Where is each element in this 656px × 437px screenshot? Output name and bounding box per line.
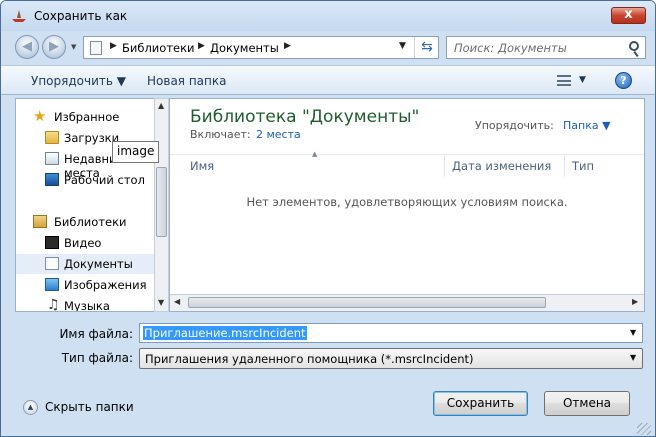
- library-title: Библиотека "Документы": [190, 107, 420, 127]
- column-header-name[interactable]: Имя: [190, 159, 214, 173]
- sidebar-item-favorites[interactable]: ★ Избранное: [16, 107, 154, 127]
- documents-icon: [45, 257, 59, 270]
- search-input[interactable]: Поиск: Документы: [446, 36, 646, 59]
- scroll-left-icon[interactable]: ◀: [174, 297, 180, 306]
- forward-button[interactable]: ▶: [42, 35, 66, 59]
- sidebar-item-label: Музыка: [64, 299, 110, 312]
- sort-ascending-icon: ▲: [312, 150, 318, 158]
- refresh-button[interactable]: ⇆: [414, 37, 439, 58]
- desktop-icon: [45, 173, 59, 186]
- new-folder-button[interactable]: Новая папка: [147, 74, 226, 88]
- column-headers: ▲ Имя Дата изменения Тип: [170, 150, 644, 177]
- recent-places-icon: [45, 152, 59, 165]
- sidebar-item-label: Избранное: [54, 110, 120, 124]
- view-options-icon[interactable]: [557, 75, 571, 86]
- arrange-by-label: Упорядочить:: [475, 119, 554, 132]
- sidebar-item-video[interactable]: Видео: [16, 233, 154, 253]
- column-divider[interactable]: [564, 155, 565, 177]
- search-placeholder: Поиск: Документы: [454, 41, 567, 55]
- window-title: Сохранить как: [34, 9, 128, 23]
- search-icon[interactable]: [629, 41, 639, 51]
- filename-field[interactable]: Приглашение.msrcIncident ▼: [139, 323, 643, 343]
- breadcrumb-separator-icon[interactable]: ▶: [284, 41, 291, 51]
- library-locations-link[interactable]: 2 места: [256, 128, 301, 141]
- cancel-button[interactable]: Отмена: [544, 391, 630, 416]
- close-button[interactable]: x: [611, 7, 646, 24]
- sidebar-item-label: Документы: [64, 257, 133, 271]
- video-icon: [45, 236, 59, 249]
- command-toolbar: Упорядочить ▼ Новая папка ▼ ?: [1, 65, 655, 95]
- app-icon: [12, 10, 26, 22]
- file-list-pane: Библиотека "Документы" Включает: 2 места…: [169, 98, 645, 312]
- collapse-icon: ▲: [23, 400, 38, 415]
- save-as-dialog: Сохранить как x ◀ ▶ ▼ ▶ Библиотеки ▶ Док…: [0, 0, 656, 437]
- filetype-value: Приглашения удаленного помощника (*.msrc…: [145, 352, 474, 366]
- filetype-select[interactable]: Приглашения удаленного помощника (*.msrc…: [139, 348, 643, 369]
- address-dropdown-icon[interactable]: ▼: [399, 41, 406, 51]
- sidebar-item-images[interactable]: Изображения: [16, 275, 154, 295]
- filetype-dropdown-icon[interactable]: ▼: [630, 353, 636, 362]
- sidebar-item-label: Загрузки: [64, 131, 120, 145]
- sidebar-item-label: Видео: [64, 236, 102, 250]
- filetype-label: Тип файла:: [61, 351, 133, 365]
- resize-grip[interactable]: [637, 423, 651, 435]
- folder-location-icon: [90, 41, 102, 55]
- column-divider[interactable]: [444, 155, 445, 177]
- scroll-right-icon[interactable]: ▶: [632, 297, 638, 306]
- filename-dropdown-icon[interactable]: ▼: [630, 328, 636, 337]
- sidebar-item-documents[interactable]: Документы: [16, 254, 154, 274]
- navigation-row: ◀ ▶ ▼ ▶ Библиотеки ▶ Документы ▶ ▼ ⇆ Пои…: [1, 31, 655, 63]
- navigation-pane: ★ Избранное Загрузки Недавние места Рабо…: [15, 98, 169, 312]
- filename-value[interactable]: Приглашение.msrcIncident: [143, 326, 307, 340]
- navigation-scrollbar[interactable]: ▲ ▼: [154, 98, 169, 312]
- address-bar[interactable]: ▶ Библиотеки ▶ Документы ▶ ▼ ⇆: [83, 36, 439, 59]
- scrollbar-thumb[interactable]: [156, 167, 167, 237]
- scroll-down-icon[interactable]: ▼: [158, 298, 164, 307]
- filename-label: Имя файла:: [59, 327, 133, 341]
- arrange-by-dropdown[interactable]: Папка ▼: [563, 119, 611, 132]
- save-button[interactable]: Сохранить: [433, 391, 528, 416]
- horizontal-scrollbar[interactable]: ◀ ▶: [170, 294, 644, 311]
- scrollbar-thumb[interactable]: [188, 297, 546, 308]
- sidebar-item-label: Изображения: [64, 278, 147, 292]
- organize-menu-button[interactable]: Упорядочить ▼: [31, 74, 126, 88]
- sidebar-item-libraries[interactable]: Библиотеки: [16, 212, 154, 232]
- downloads-folder-icon: [45, 131, 59, 144]
- sidebar-item-label: Библиотеки: [54, 215, 127, 229]
- images-icon: [45, 278, 59, 291]
- back-button[interactable]: ◀: [15, 35, 39, 59]
- empty-message: Нет элементов, удовлетворяющих условиям …: [246, 195, 568, 209]
- view-dropdown-icon[interactable]: ▼: [579, 75, 586, 85]
- breadcrumb-libraries[interactable]: Библиотеки: [122, 41, 195, 55]
- breadcrumb-documents[interactable]: Документы: [210, 41, 279, 55]
- breadcrumb-separator-icon[interactable]: ▶: [198, 41, 205, 51]
- column-header-type[interactable]: Тип: [572, 159, 594, 173]
- hide-folders-label: Скрыть папки: [45, 400, 134, 414]
- help-button[interactable]: ?: [615, 72, 632, 89]
- music-icon: ♫: [47, 297, 60, 312]
- title-bar: Сохранить как x: [1, 1, 655, 31]
- sidebar-item-label: Рабочий стол: [64, 173, 145, 187]
- sidebar-item-desktop[interactable]: Рабочий стол: [16, 170, 154, 190]
- libraries-icon: [33, 215, 47, 228]
- sidebar-item-music[interactable]: ♫ Музыка: [16, 296, 154, 312]
- column-header-date[interactable]: Дата изменения: [452, 159, 551, 173]
- star-icon: ★: [33, 107, 47, 125]
- breadcrumb-separator-icon[interactable]: ▶: [110, 41, 117, 51]
- tooltip: image: [112, 141, 160, 163]
- library-includes-label: Включает:: [190, 128, 251, 141]
- history-dropdown-icon[interactable]: ▼: [71, 43, 76, 51]
- scroll-up-icon[interactable]: ▲: [158, 101, 164, 110]
